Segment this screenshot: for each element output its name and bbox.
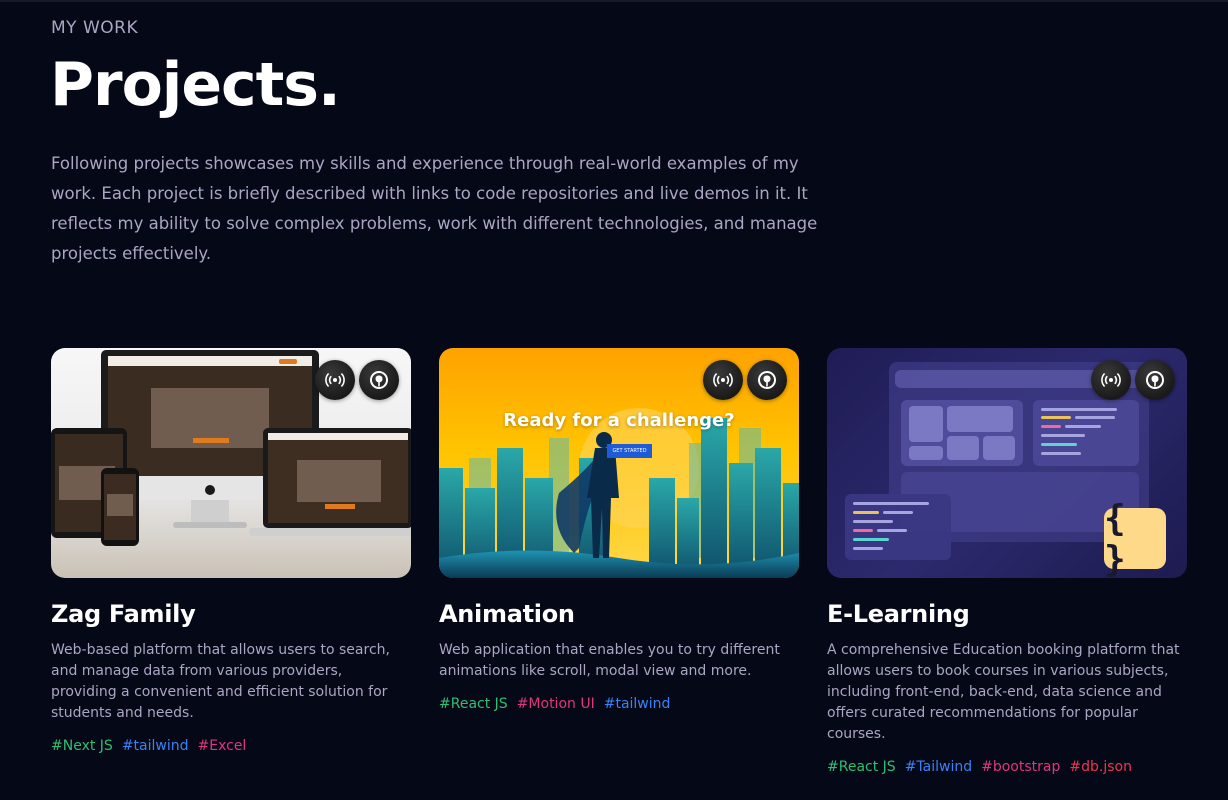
tag: #bootstrap <box>981 759 1061 775</box>
card-actions <box>315 360 399 400</box>
tag: #Excel <box>197 738 247 754</box>
image-headline: Ready for a challenge? <box>503 410 735 431</box>
tag-list: #Next JS #tailwind #Excel <box>51 738 411 754</box>
project-description: Web application that enables you to try … <box>439 642 780 679</box>
project-description: Web-based platform that allows users to … <box>51 642 390 721</box>
project-card-e-learning: { } E-Learning A comprehensive Education… <box>827 348 1187 775</box>
image-cta: GET STARTED <box>607 444 652 458</box>
tag: #React JS <box>827 759 896 775</box>
live-demo-button[interactable] <box>1091 360 1131 400</box>
tag: #Tailwind <box>904 759 973 775</box>
tag: #React JS <box>439 696 508 712</box>
github-button[interactable] <box>747 360 787 400</box>
broadcast-icon <box>325 373 345 387</box>
tag: #Motion UI <box>516 696 595 712</box>
project-title: Zag Family <box>51 600 196 628</box>
broadcast-icon <box>713 373 733 387</box>
project-title: Animation <box>439 600 575 628</box>
code-braces-badge: { } <box>1104 498 1166 578</box>
live-demo-button[interactable] <box>703 360 743 400</box>
github-icon <box>1146 371 1164 389</box>
card-actions <box>1091 360 1175 400</box>
tag-list: #React JS #Tailwind #bootstrap #db.json <box>827 759 1187 775</box>
tag-list: #React JS #Motion UI #tailwind <box>439 696 799 712</box>
project-title: E-Learning <box>827 600 970 628</box>
card-actions <box>703 360 787 400</box>
project-description: A comprehensive Education booking platfo… <box>827 642 1180 742</box>
github-icon <box>758 371 776 389</box>
project-image: Ready for a challenge? GET STARTED <box>439 348 799 578</box>
top-divider <box>0 0 1228 2</box>
project-image <box>51 348 411 578</box>
project-card-zag-family: Zag Family Web-based platform that allow… <box>51 348 411 754</box>
section-intro: Following projects showcases my skills a… <box>51 154 818 263</box>
github-button[interactable] <box>359 360 399 400</box>
project-card-animation: Ready for a challenge? GET STARTED Anima… <box>439 348 799 712</box>
github-icon <box>370 371 388 389</box>
tag: #Next JS <box>51 738 113 754</box>
page-title: Projects. <box>50 50 341 120</box>
tag: #db.json <box>1069 759 1132 775</box>
github-button[interactable] <box>1135 360 1175 400</box>
broadcast-icon <box>1101 373 1121 387</box>
section-subtitle: MY WORK <box>51 18 139 38</box>
live-demo-button[interactable] <box>315 360 355 400</box>
project-image: { } <box>827 348 1187 578</box>
tag: #tailwind <box>121 738 189 754</box>
tag: #tailwind <box>603 696 671 712</box>
